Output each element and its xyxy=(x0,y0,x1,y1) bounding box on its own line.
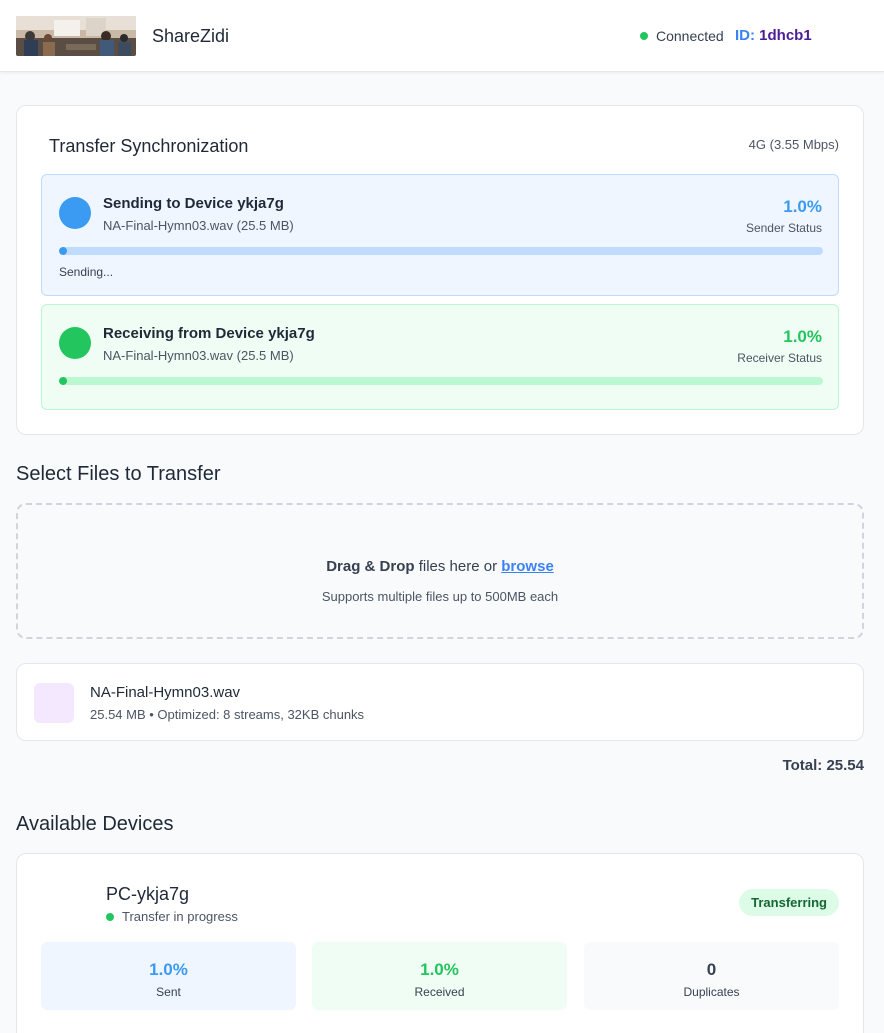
drop-zone-bold: Drag & Drop xyxy=(326,558,415,575)
sender-file: NA-Final-Hymn03.wav (25.5 MB) xyxy=(103,218,294,233)
receiver-title: Receiving from Device ykja7g xyxy=(103,325,315,342)
sync-title: Transfer Synchronization xyxy=(49,136,249,156)
transfer-sync-card: Transfer Synchronization 4G (3.55 Mbps) … xyxy=(16,105,864,435)
top-bar: ShareZidi Connected ID: 1dhcb1 xyxy=(0,0,884,72)
file-name: NA-Final-Hymn03.wav xyxy=(90,684,241,701)
sender-status-label: Sender Status xyxy=(745,221,822,235)
audio-file-icon xyxy=(34,683,74,723)
sent-label: Sent xyxy=(156,985,181,999)
received-stat: 1.0% Received xyxy=(312,942,567,1010)
transfer-status-badge: Transferring xyxy=(739,889,839,916)
file-drop-zone[interactable]: Drag & Drop files here or browse Support… xyxy=(16,503,864,639)
browse-link[interactable]: browse xyxy=(501,558,554,575)
drop-zone-middle: files here or xyxy=(414,558,502,575)
device-status: Transfer in progress xyxy=(106,909,238,924)
device-name: PC-ykja7g xyxy=(106,884,190,904)
receiver-percent: 1.0% xyxy=(783,327,822,346)
duplicates-label: Duplicates xyxy=(683,985,740,999)
total-size: Total: 25.54 xyxy=(782,757,864,774)
sender-progress-bar xyxy=(59,247,823,255)
receiver-progress-bar xyxy=(59,377,823,385)
app-title: ShareZidi xyxy=(152,26,230,46)
select-files-heading: Select Files to Transfer xyxy=(16,463,221,485)
drop-zone-hint: Supports multiple files up to 500MB each xyxy=(321,589,559,604)
sender-state-text: Sending... xyxy=(59,265,114,279)
device-id: ID: 1dhcb1 xyxy=(735,27,812,44)
available-devices-heading: Available Devices xyxy=(16,813,174,835)
sender-indicator-icon xyxy=(59,197,91,229)
sent-stat: 1.0% Sent xyxy=(41,942,296,1010)
receiver-status-panel: Receiving from Device ykja7g NA-Final-Hy… xyxy=(41,304,839,410)
sender-status-panel: Sending to Device ykja7g NA-Final-Hymn03… xyxy=(41,174,839,296)
received-label: Received xyxy=(414,985,465,999)
duplicates-value: 0 xyxy=(706,960,717,979)
app-logo-image xyxy=(16,16,136,56)
sent-value: 1.0% xyxy=(149,960,188,979)
sender-progress-fill xyxy=(59,247,67,255)
receiver-progress-fill xyxy=(59,377,67,385)
connection-status-text: Connected xyxy=(656,28,724,44)
receiver-file: NA-Final-Hymn03.wav (25.5 MB) xyxy=(103,348,294,363)
device-status-dot-icon xyxy=(106,912,114,921)
file-list-item[interactable]: NA-Final-Hymn03.wav 25.54 MB • Optimized… xyxy=(16,663,864,741)
sender-percent: 1.0% xyxy=(783,197,822,216)
duplicates-stat: 0 Duplicates xyxy=(584,942,839,1010)
file-meta: 25.54 MB • Optimized: 8 streams, 32KB ch… xyxy=(90,707,365,722)
network-speed: 4G (3.55 Mbps) xyxy=(748,137,839,152)
received-value: 1.0% xyxy=(420,960,459,979)
device-status-text: Transfer in progress xyxy=(122,909,238,924)
drop-zone-text: Drag & Drop files here or browse xyxy=(18,558,862,575)
connection-status: Connected xyxy=(640,28,724,44)
receiver-indicator-icon xyxy=(59,327,91,359)
sender-title: Sending to Device ykja7g xyxy=(103,195,284,212)
device-id-value: 1dhcb1 xyxy=(759,27,812,44)
receiver-status-label: Receiver Status xyxy=(737,351,822,365)
device-card[interactable]: PC-ykja7g Transfer in progress Transferr… xyxy=(16,853,864,1033)
status-dot-icon xyxy=(640,32,648,40)
device-id-prefix: ID: xyxy=(735,27,760,44)
